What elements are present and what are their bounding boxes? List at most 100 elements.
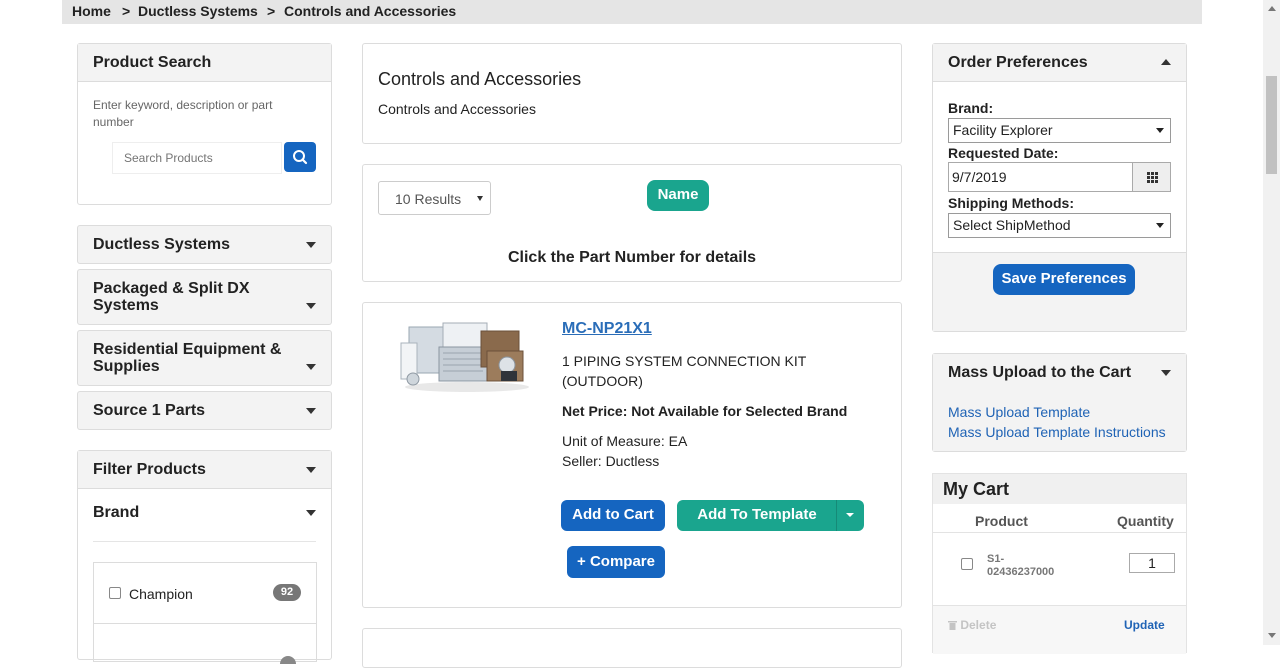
product-search-panel: Product Search Enter keyword, descriptio… bbox=[77, 43, 332, 205]
results-per-page-select[interactable]: 10 Results bbox=[378, 181, 491, 215]
add-to-cart-button[interactable]: Add to Cart bbox=[561, 500, 665, 531]
brand-select[interactable]: Facility Explorer bbox=[948, 118, 1171, 143]
cart-delete-button[interactable]: Delete bbox=[948, 618, 996, 632]
category-packaged-split-dx[interactable]: Packaged & Split DX Systems bbox=[77, 269, 332, 325]
mass-upload-header[interactable]: Mass Upload to the Cart bbox=[933, 354, 1186, 392]
count-badge bbox=[280, 656, 296, 664]
filter-products-panel: Filter Products Brand Champion 92 bbox=[77, 450, 332, 664]
brand-checkbox[interactable] bbox=[109, 587, 121, 599]
requested-date-label: Requested Date: bbox=[948, 145, 1059, 161]
brand-label: Brand: bbox=[948, 100, 994, 116]
search-input[interactable] bbox=[112, 142, 282, 174]
panel-title: Mass Upload to the Cart bbox=[948, 364, 1132, 381]
cart-col-product: Product bbox=[975, 513, 1028, 529]
panel-title: Filter Products bbox=[93, 461, 206, 478]
scrollbar-thumb[interactable] bbox=[1266, 76, 1277, 174]
list-item: Champion 92 bbox=[94, 563, 316, 624]
add-to-template-button[interactable]: Add To Template bbox=[677, 500, 837, 531]
chevron-down-icon bbox=[306, 408, 316, 414]
shipping-methods-label: Shipping Methods: bbox=[948, 195, 1074, 211]
save-preferences-button[interactable]: Save Preferences bbox=[993, 264, 1135, 295]
chevron-down-icon bbox=[306, 364, 316, 370]
panel-title: Product Search bbox=[93, 54, 212, 71]
category-source1-parts[interactable]: Source 1 Parts bbox=[77, 391, 332, 430]
product-search-header: Product Search bbox=[78, 44, 331, 82]
chevron-down-icon bbox=[1156, 223, 1164, 228]
divider bbox=[93, 541, 316, 542]
chevron-down-icon bbox=[306, 510, 316, 516]
mass-upload-panel: Mass Upload to the Cart Mass Upload Temp… bbox=[932, 353, 1187, 452]
breadcrumb: Home > Ductless Systems > Controls and A… bbox=[62, 0, 1202, 24]
category-label: Source 1 Parts bbox=[93, 402, 206, 419]
cart-item-quantity: 1 bbox=[1148, 555, 1156, 571]
breadcrumb-ductless-link[interactable]: Ductless Systems bbox=[138, 0, 258, 22]
cart-item-part-number: 02436237000 bbox=[987, 566, 1055, 578]
requested-date-input[interactable]: 9/7/2019 bbox=[948, 162, 1133, 192]
brand-select-value: Facility Explorer bbox=[953, 122, 1053, 138]
filter-products-header[interactable]: Filter Products bbox=[78, 451, 331, 489]
cart-item-quantity-input[interactable]: 1 bbox=[1129, 553, 1175, 573]
product-description: 1 PIPING SYSTEM CONNECTION KIT (OUTDOOR) bbox=[562, 353, 807, 389]
mass-upload-template-link[interactable]: Mass Upload Template bbox=[948, 404, 1090, 420]
compare-button[interactable]: + Compare bbox=[567, 546, 665, 578]
scroll-down-arrow-icon[interactable] bbox=[1268, 633, 1276, 638]
my-cart-header: My Cart bbox=[933, 474, 1186, 504]
chevron-down-icon bbox=[1161, 370, 1171, 376]
shipping-method-select[interactable]: Select ShipMethod bbox=[948, 213, 1171, 238]
breadcrumb-separator: > bbox=[267, 3, 276, 19]
scroll-up-arrow-icon[interactable] bbox=[1268, 6, 1276, 11]
mass-upload-body: Mass Upload Template Mass Upload Templat… bbox=[933, 392, 1186, 451]
category-label: Packaged & Split DX Systems bbox=[93, 280, 250, 314]
shipping-method-value: Select ShipMethod bbox=[953, 217, 1071, 233]
product-card: MC-NP21X1 1 PIPING SYSTEM CONNECTION KIT… bbox=[362, 302, 902, 608]
date-picker-button[interactable] bbox=[1132, 162, 1171, 192]
chevron-up-icon bbox=[1161, 59, 1171, 65]
order-preferences-header[interactable]: Order Preferences bbox=[933, 44, 1186, 82]
cart-item-checkbox[interactable] bbox=[961, 558, 973, 570]
my-cart-panel: My Cart Product Quantity S1- 02436237000… bbox=[932, 473, 1187, 654]
search-icon bbox=[293, 150, 308, 165]
requested-date-value: 9/7/2019 bbox=[952, 169, 1007, 185]
results-per-page-value: 10 Results bbox=[395, 191, 462, 207]
order-preferences-panel: Order Preferences Brand: Facility Explor… bbox=[932, 43, 1187, 332]
cart-footer: Delete Update bbox=[933, 605, 1186, 654]
details-instruction: Click the Part Number for details bbox=[507, 249, 757, 266]
cart-item-part-prefix: S1- bbox=[987, 553, 1005, 565]
mass-upload-instructions-link[interactable]: Mass Upload Template Instructions bbox=[948, 424, 1166, 440]
breadcrumb-home-link[interactable]: Home bbox=[72, 0, 111, 22]
brand-filter-toggle[interactable]: Brand bbox=[78, 490, 331, 540]
results-toolbar: 10 Results Name Click the Part Number fo… bbox=[362, 164, 902, 282]
category-header-panel: Controls and Accessories Controls and Ac… bbox=[362, 43, 902, 144]
count-badge: 92 bbox=[273, 584, 301, 601]
breadcrumb-separator: > bbox=[122, 3, 131, 19]
calendar-icon bbox=[1147, 172, 1158, 183]
panel-title: Order Preferences bbox=[948, 54, 1088, 71]
category-ductless-systems[interactable]: Ductless Systems bbox=[77, 225, 332, 264]
category-label: Residential Equipment & Supplies bbox=[93, 341, 282, 375]
category-description: Controls and Accessories bbox=[378, 101, 536, 117]
chevron-down-icon bbox=[306, 467, 316, 473]
unit-of-measure: Unit of Measure: EA bbox=[562, 433, 688, 449]
cart-col-quantity: Quantity bbox=[1117, 513, 1174, 529]
page-scrollbar[interactable] bbox=[1263, 0, 1280, 645]
product-image[interactable] bbox=[399, 317, 534, 393]
search-button[interactable] bbox=[284, 142, 316, 172]
category-label: Ductless Systems bbox=[93, 236, 230, 253]
chevron-down-icon bbox=[1156, 128, 1164, 133]
category-residential-equipment[interactable]: Residential Equipment & Supplies bbox=[77, 330, 332, 386]
chevron-down-icon bbox=[306, 303, 316, 309]
preferences-footer: Save Preferences bbox=[933, 252, 1186, 331]
sort-by-name-button[interactable]: Name bbox=[647, 180, 709, 211]
cart-delete-label: Delete bbox=[960, 618, 997, 632]
brand-filter-list: Champion 92 bbox=[93, 562, 317, 664]
template-options-button[interactable] bbox=[836, 500, 864, 531]
search-hint: Enter keyword, description or part numbe… bbox=[93, 98, 273, 129]
product-card-next bbox=[362, 628, 902, 668]
panel-title: My Cart bbox=[943, 479, 1010, 499]
part-number-link[interactable]: MC-NP21X1 bbox=[562, 320, 652, 338]
chevron-down-icon bbox=[477, 196, 483, 201]
cart-update-link[interactable]: Update bbox=[1124, 618, 1165, 632]
table-row: S1- 02436237000 1 bbox=[933, 533, 1186, 605]
caret-down-icon bbox=[846, 513, 854, 517]
trash-icon bbox=[948, 621, 957, 630]
